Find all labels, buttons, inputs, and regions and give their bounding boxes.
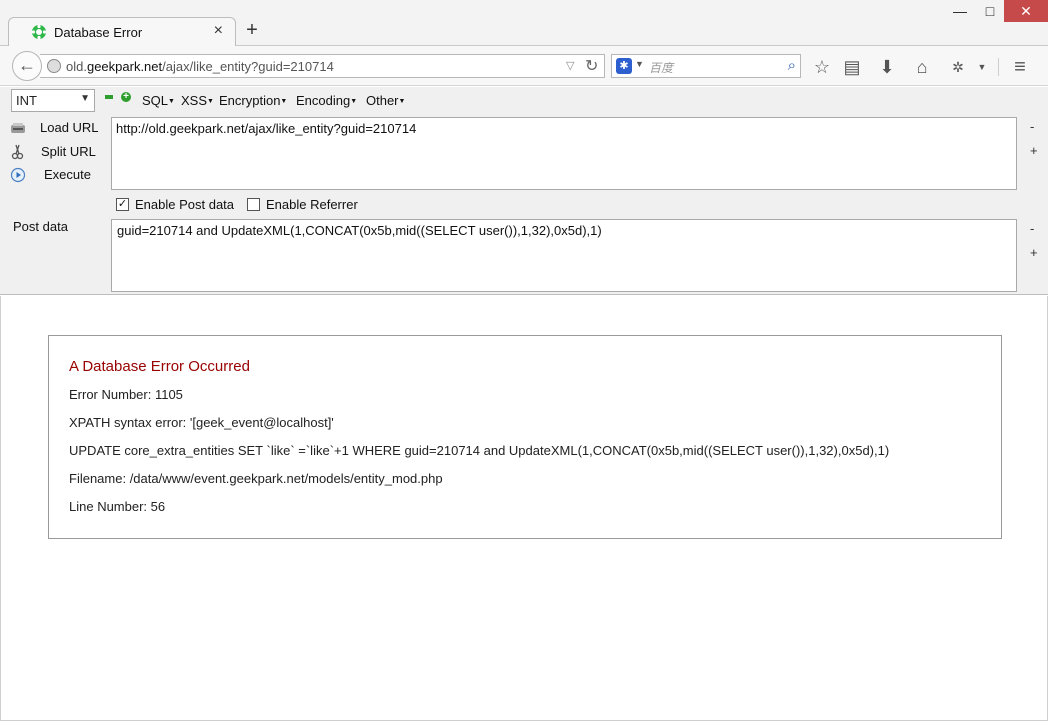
url-text[interactable]: old.geekpark.net/ajax/like_entity?guid=2…: [66, 59, 334, 74]
url-grow-button[interactable]: +: [1030, 143, 1038, 158]
home-icon[interactable]: ⌂: [911, 56, 933, 78]
increase-icon[interactable]: +: [121, 92, 131, 102]
error-heading: A Database Error Occurred: [69, 358, 250, 375]
post-shrink-button[interactable]: -: [1030, 221, 1034, 236]
navigation-bar: old.geekpark.net/ajax/like_entity?guid=2…: [0, 46, 1048, 86]
error-box: A Database Error Occurred Error Number: …: [48, 335, 1002, 539]
menu-other[interactable]: Other▼: [366, 93, 405, 108]
reload-icon[interactable]: ↻: [585, 56, 598, 76]
back-button[interactable]: ←: [12, 51, 42, 81]
baidu-icon[interactable]: ✱: [616, 58, 632, 74]
chevron-down-icon: ▼: [80, 93, 90, 104]
menu-xss[interactable]: XSS▼: [181, 93, 214, 108]
error-line-number: Line Number: 56: [69, 499, 166, 514]
load-url-icon: [11, 123, 25, 133]
type-select-value: INT: [16, 93, 37, 108]
bug-dropdown-icon[interactable]: ▼: [975, 56, 989, 78]
download-icon[interactable]: ⬇: [876, 56, 898, 78]
menu-encoding[interactable]: Encoding▼: [296, 93, 357, 108]
error-number: Error Number: 1105: [69, 387, 183, 402]
tab-database-error[interactable]: Database Error ×: [8, 17, 236, 47]
tab-title: Database Error: [54, 25, 143, 40]
tab-close-icon[interactable]: ×: [214, 23, 223, 39]
decrease-icon[interactable]: [105, 95, 113, 99]
reader-icon[interactable]: ▤: [841, 56, 863, 78]
maximize-button[interactable]: □: [975, 0, 1005, 22]
minimize-button[interactable]: —: [945, 0, 975, 22]
search-input[interactable]: 百度: [649, 59, 673, 76]
star-icon[interactable]: ☆: [811, 56, 833, 78]
checkbox-icon[interactable]: [247, 198, 260, 211]
url-textarea[interactable]: http://old.geekpark.net/ajax/like_entity…: [111, 117, 1017, 190]
favicon-icon: [31, 24, 47, 40]
menu-icon[interactable]: ≡: [1009, 56, 1031, 78]
post-grow-button[interactable]: +: [1030, 245, 1038, 260]
scissors-icon: [11, 144, 24, 160]
back-arrow-icon: ←: [18, 55, 36, 75]
post-data-textarea[interactable]: guid=210714 and UpdateXML(1,CONCAT(0x5b,…: [111, 219, 1017, 292]
error-message: XPATH syntax error: '[geek_event@localho…: [69, 415, 334, 430]
url-shrink-button[interactable]: -: [1030, 119, 1034, 134]
search-engine-dropdown-icon[interactable]: ▼: [635, 59, 644, 69]
play-icon: [10, 167, 26, 183]
bug-icon[interactable]: ✲: [947, 56, 969, 78]
menu-sql[interactable]: SQL▼: [142, 93, 175, 108]
menu-encryption[interactable]: Encryption▼: [219, 93, 287, 108]
search-bar[interactable]: ✱ ▼ 百度 ⌕: [611, 54, 801, 78]
page-content: A Database Error Occurred Error Number: …: [0, 296, 1048, 721]
error-filename: Filename: /data/www/event.geekpark.net/m…: [69, 471, 443, 486]
post-data-label: Post data: [13, 219, 68, 234]
title-bar: Database Error × + — □ ✕: [0, 0, 1048, 47]
toolbar-separator: [998, 58, 999, 76]
new-tab-button[interactable]: +: [242, 20, 262, 40]
globe-icon: [47, 59, 61, 73]
close-window-button[interactable]: ✕: [1004, 0, 1048, 22]
error-sql: UPDATE core_extra_entities SET `like` =`…: [69, 443, 890, 458]
url-bar[interactable]: old.geekpark.net/ajax/like_entity?guid=2…: [40, 54, 605, 78]
type-select[interactable]: INT ▼: [11, 89, 95, 112]
checkbox-checked-icon[interactable]: ✓: [116, 198, 129, 211]
history-dropdown-icon[interactable]: ▽: [566, 59, 574, 72]
search-icon[interactable]: ⌕: [788, 57, 796, 74]
